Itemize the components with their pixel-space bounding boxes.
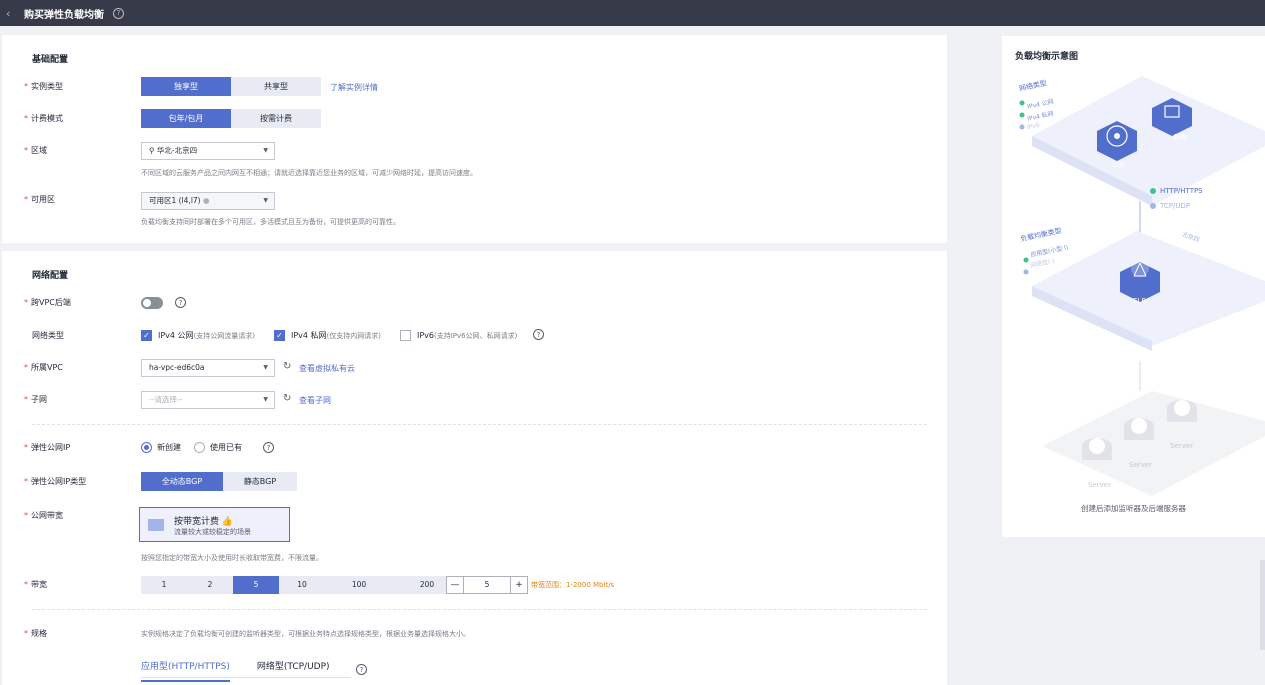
divider [32, 609, 927, 610]
bandwidth-range: 带宽范围：1-2000 Mbit/s [531, 581, 615, 589]
instance-type-label: * 实例类型 [24, 82, 63, 91]
bandwidth-icon [148, 519, 164, 531]
refresh-icon[interactable]: ↻ [283, 361, 291, 372]
top-bar: ‹ 购买弹性负载均衡 ? [0, 0, 1265, 26]
diagram-protocol-http: HTTP/HTTPS [1160, 187, 1203, 195]
vpc-label: * 所属VPC [24, 363, 63, 372]
public-platform [1032, 76, 1265, 206]
chevron-down-icon: ▼ [263, 147, 268, 154]
cross-vpc-toggle[interactable] [141, 297, 163, 309]
bandwidth-input[interactable]: 5 [464, 576, 510, 594]
vpc-select[interactable]: ha-vpc-ed6c0a ▼ [141, 359, 275, 377]
bandwidth-label: * 带宽 [24, 580, 47, 589]
eip-existing-radio[interactable]: 使用已有 [194, 442, 242, 453]
bandwidth-type-hint: 按照您指定的带宽大小及使用时长收取带宽费，不限流量。 [141, 554, 323, 562]
ipv4-public-checkbox[interactable]: ✓ IPv4 公网 (支持公网流量请求) [141, 330, 255, 341]
tab-network[interactable]: 网络型(TCP/UDP) [257, 659, 330, 682]
bandwidth-type-label: * 公网带宽 [24, 511, 63, 520]
instance-detail-link[interactable]: 了解实例详情 [330, 82, 378, 93]
bandwidth-stepper: — 5 + [446, 576, 528, 594]
billing-segment: 包年/包月 按需计费 [141, 109, 321, 128]
cross-vpc-label: * 跨VPC后端 [24, 298, 71, 307]
spec-label: * 规格 [24, 629, 47, 638]
instance-type-dedicated[interactable]: 独享型 [141, 77, 231, 96]
chevron-down-icon: ▼ [263, 364, 268, 371]
diagram-protocol-tcp: TCP/UDP [1160, 202, 1191, 210]
region-label: * 区域 [24, 146, 47, 155]
diagram-server-label: Server [1170, 442, 1193, 450]
help-icon[interactable]: ? [533, 329, 544, 340]
spec-tabs: 应用型(HTTP/HTTPS) 网络型(TCP/UDP) [141, 659, 357, 682]
location-icon: ⚲ [149, 146, 157, 155]
net-type-label: 网络类型 [32, 331, 64, 340]
region-hint: 不同区域的云服务产品之间内网互不相通；请就近选择靠近您业务的区域，可减少网络时延… [141, 169, 477, 177]
subnet-label: * 子网 [24, 395, 47, 404]
eip-type-segment: 全动态BGP 静态BGP [141, 472, 297, 491]
decrement-button[interactable]: — [446, 576, 464, 594]
spec-hint: 实例规格决定了负载均衡可创建的监听器类型，可根据业务特点选择规格类型，根据业务量… [141, 630, 470, 638]
az-select[interactable]: 可用区1 (l4,l7) ● ▼ [141, 192, 275, 210]
bandwidth-billing-card[interactable]: 按带宽计费 👍 流量较大或较稳定的场景 [139, 507, 290, 542]
ipv4-private-checkbox[interactable]: ✓ IPv4 私网 (仅支持内网请求) [274, 330, 381, 341]
check-icon: ✓ [274, 330, 285, 341]
diagram-elb-label: ELB [1133, 297, 1147, 305]
eip-label: * 弹性公网IP [24, 443, 71, 452]
diagram-private-label: 私网 [1174, 134, 1187, 141]
bandwidth-options: 1 2 5 10 100 200 [141, 576, 461, 594]
divider [32, 424, 927, 425]
eip-type-static-bgp[interactable]: 静态BGP [223, 472, 297, 491]
bandwidth-card-desc: 流量较大或较稳定的场景 [174, 528, 251, 536]
region-select[interactable]: ⚲ 华北-北京四 ▼ [141, 142, 275, 160]
thumbs-up-icon: 👍 [221, 517, 234, 527]
billing-label: * 计费模式 [24, 114, 63, 123]
help-icon[interactable]: ? [263, 442, 274, 453]
subnet-select[interactable]: --请选择-- ▼ [141, 391, 275, 409]
billing-ondemand[interactable]: 按需计费 [231, 109, 321, 128]
bandwidth-card-title: 按带宽计费 [174, 517, 220, 527]
view-vpc-link[interactable]: 查看虚拟私有云 [299, 363, 355, 374]
check-icon: ✓ [141, 330, 152, 341]
lb-diagram-panel: 负载均衡示意图 网络类型 IPv4 公网 IPv4 私网 IPv6 公网 私网 … [1002, 36, 1265, 537]
tab-application[interactable]: 应用型(HTTP/HTTPS) [141, 659, 230, 682]
increment-button[interactable]: + [510, 576, 528, 594]
bandwidth-option[interactable]: 5 [233, 576, 279, 594]
diagram-server-label: Server [1088, 481, 1111, 489]
diagram-public-label: 公网 [1112, 162, 1125, 169]
bandwidth-option[interactable]: 1 [141, 576, 187, 594]
eip-type-label: * 弹性公网IP类型 [24, 477, 87, 486]
page-title: 购买弹性负载均衡 [24, 9, 104, 21]
tab-underline [141, 677, 351, 678]
bandwidth-option[interactable]: 100 [325, 576, 393, 594]
help-icon[interactable]: ? [356, 664, 367, 675]
back-icon[interactable]: ‹ [6, 7, 20, 20]
refresh-icon[interactable]: ↻ [283, 393, 291, 404]
chevron-down-icon: ▼ [263, 396, 268, 403]
bandwidth-option[interactable]: 2 [187, 576, 233, 594]
az-label: * 可用区 [24, 195, 55, 204]
clear-icon[interactable]: ● [203, 196, 210, 205]
help-icon[interactable]: ? [113, 7, 124, 19]
scrollbar[interactable] [1260, 560, 1265, 650]
billing-yearly[interactable]: 包年/包月 [141, 109, 231, 128]
view-subnet-link[interactable]: 查看子网 [299, 395, 331, 406]
instance-type-shared[interactable]: 共享型 [231, 77, 321, 96]
eip-new-radio[interactable]: 新创建 [141, 442, 181, 453]
basic-config-card [2, 35, 947, 243]
az-hint: 负载均衡支持同时部署在多个可用区，多活模式且互为备份，可提供更高的可靠性。 [141, 218, 400, 226]
diagram-caption: 创建后添加监听器及后端服务器 [1081, 504, 1186, 513]
network-config-card [2, 251, 947, 685]
ipv6-checkbox[interactable]: IPv6 (支持IPv6公网、私网请求) [400, 330, 517, 341]
diagram-server-label: Server [1129, 461, 1152, 469]
eip-type-dynamic-bgp[interactable]: 全动态BGP [141, 472, 223, 491]
chevron-down-icon: ▼ [263, 197, 268, 204]
server-platform [1042, 391, 1265, 496]
basic-config-title: 基础配置 [32, 55, 69, 65]
network-config-title: 网络配置 [32, 271, 69, 281]
help-icon[interactable]: ? [175, 297, 186, 308]
instance-type-segment: 独享型 共享型 [141, 77, 321, 96]
bandwidth-option[interactable]: 10 [279, 576, 325, 594]
